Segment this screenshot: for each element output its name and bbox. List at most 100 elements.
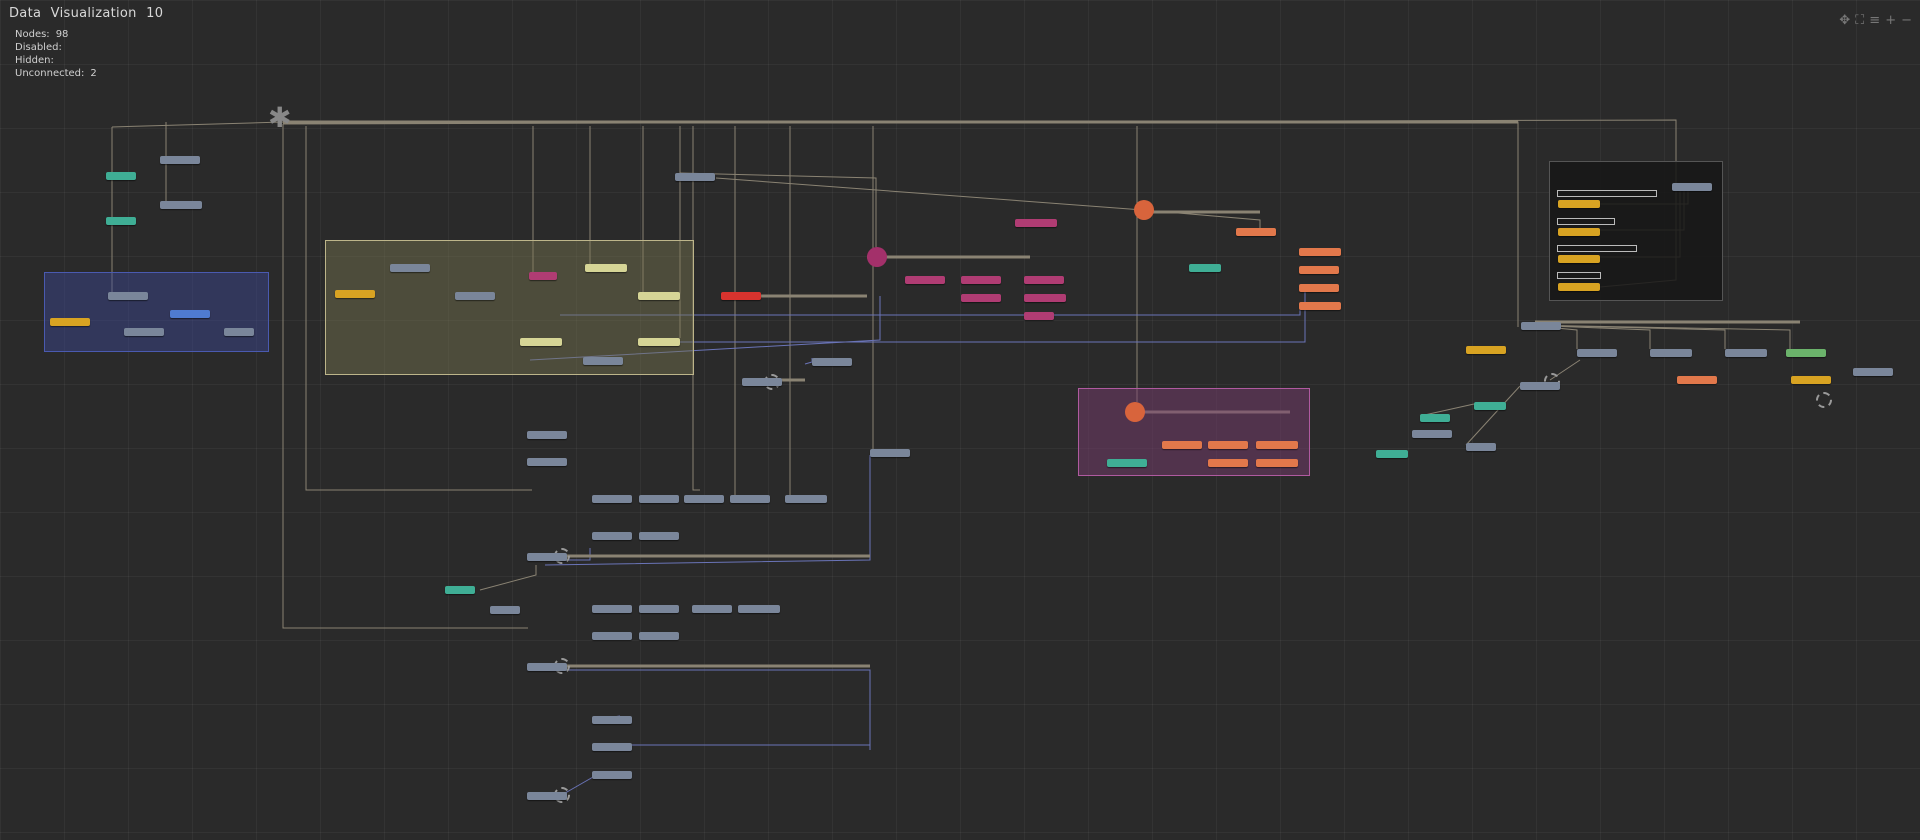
graph-node[interactable] xyxy=(390,264,430,272)
graph-node[interactable] xyxy=(1558,255,1600,263)
graph-node[interactable] xyxy=(675,173,715,181)
graph-node[interactable] xyxy=(684,495,724,503)
zoom-out-icon[interactable]: − xyxy=(1901,14,1912,28)
graph-node[interactable] xyxy=(1420,414,1450,422)
graph-node[interactable] xyxy=(1015,219,1057,227)
graph-node[interactable] xyxy=(812,358,852,366)
root-scene-icon[interactable]: ✱ xyxy=(268,104,291,132)
graph-node[interactable] xyxy=(639,605,679,613)
graph-node[interactable] xyxy=(527,458,567,466)
graph-node[interactable] xyxy=(1162,441,1202,449)
graph-node[interactable] xyxy=(1412,430,1452,438)
graph-node[interactable] xyxy=(592,743,632,751)
graph-node[interactable] xyxy=(638,338,680,346)
graph-node[interactable] xyxy=(527,663,567,671)
graph-node[interactable] xyxy=(1299,302,1341,310)
disabled-label: Disabled: xyxy=(15,42,62,53)
graph-node[interactable] xyxy=(730,495,770,503)
graph-node[interactable] xyxy=(592,532,632,540)
graph-node[interactable] xyxy=(592,632,632,640)
graph-node[interactable] xyxy=(527,792,567,800)
hub-node[interactable] xyxy=(1134,200,1154,220)
graph-node[interactable] xyxy=(1466,346,1506,354)
graph-node[interactable] xyxy=(1189,264,1221,272)
graph-node[interactable] xyxy=(1107,459,1147,467)
graph-node[interactable] xyxy=(639,495,679,503)
graph-node[interactable] xyxy=(1024,294,1066,302)
graph-node[interactable] xyxy=(224,328,254,336)
graph-node[interactable] xyxy=(721,292,761,300)
graph-node[interactable] xyxy=(785,495,827,503)
graph-node[interactable] xyxy=(170,310,210,318)
graph-node[interactable] xyxy=(1208,441,1248,449)
hub-node[interactable] xyxy=(867,247,887,267)
graph-node[interactable] xyxy=(529,272,557,280)
graph-node[interactable] xyxy=(490,606,520,614)
graph-node[interactable] xyxy=(527,431,567,439)
graph-node[interactable] xyxy=(1672,183,1712,191)
hidden-label: Hidden: xyxy=(15,55,54,66)
graph-node[interactable] xyxy=(50,318,90,326)
graph-node[interactable] xyxy=(160,201,202,209)
graph-node[interactable] xyxy=(738,605,780,613)
graph-node[interactable] xyxy=(1024,312,1054,320)
graph-node[interactable] xyxy=(1208,459,1248,467)
graph-node[interactable] xyxy=(520,338,562,346)
graph-node[interactable] xyxy=(961,294,1001,302)
graph-node[interactable] xyxy=(1791,376,1831,384)
graph-node[interactable] xyxy=(1558,228,1600,236)
menu-icon[interactable]: ≡ xyxy=(1869,14,1880,28)
graph-node[interactable] xyxy=(639,632,679,640)
graph-node[interactable] xyxy=(1256,459,1298,467)
graph-node[interactable] xyxy=(1236,228,1276,236)
graph-node[interactable] xyxy=(592,716,632,724)
group-camera[interactable] xyxy=(44,272,269,352)
move-icon[interactable]: ✥ xyxy=(1839,14,1850,28)
graph-node[interactable] xyxy=(1853,368,1893,376)
graph-node[interactable] xyxy=(1376,450,1408,458)
graph-node[interactable] xyxy=(1558,283,1600,291)
group-lights[interactable] xyxy=(325,240,694,375)
graph-node[interactable] xyxy=(585,264,627,272)
graph-node[interactable] xyxy=(583,357,623,365)
graph-node[interactable] xyxy=(1521,322,1561,330)
graph-node[interactable] xyxy=(742,378,782,386)
graph-node[interactable] xyxy=(1299,266,1339,274)
graph-node[interactable] xyxy=(1558,200,1600,208)
graph-node[interactable] xyxy=(1577,349,1617,357)
graph-node[interactable] xyxy=(592,495,632,503)
hub-node[interactable] xyxy=(1125,402,1145,422)
graph-node[interactable] xyxy=(106,217,136,225)
graph-node[interactable] xyxy=(108,292,148,300)
graph-node[interactable] xyxy=(905,276,945,284)
graph-node[interactable] xyxy=(1786,349,1826,357)
graph-node[interactable] xyxy=(445,586,475,594)
graph-node[interactable] xyxy=(1466,443,1496,451)
graph-node[interactable] xyxy=(124,328,164,336)
graph-node[interactable] xyxy=(1299,284,1339,292)
graph-node[interactable] xyxy=(1024,276,1064,284)
graph-node[interactable] xyxy=(160,156,200,164)
graph-node[interactable] xyxy=(335,290,375,298)
graph-node[interactable] xyxy=(639,532,679,540)
graph-node[interactable] xyxy=(870,449,910,457)
graph-node[interactable] xyxy=(1474,402,1506,410)
zoom-in-icon[interactable]: + xyxy=(1885,14,1896,28)
graph-node[interactable] xyxy=(1677,376,1717,384)
graph-node[interactable] xyxy=(106,172,136,180)
gear-icon[interactable] xyxy=(1816,392,1832,408)
graph-node[interactable] xyxy=(1520,382,1560,390)
graph-node[interactable] xyxy=(592,771,632,779)
graph-node[interactable] xyxy=(1256,441,1298,449)
wire xyxy=(282,124,528,629)
graph-node[interactable] xyxy=(961,276,1001,284)
fit-icon[interactable]: ⛶ xyxy=(1855,14,1864,28)
graph-node[interactable] xyxy=(592,605,632,613)
graph-node[interactable] xyxy=(1725,349,1767,357)
graph-node[interactable] xyxy=(455,292,495,300)
graph-node[interactable] xyxy=(527,553,567,561)
graph-node[interactable] xyxy=(1650,349,1692,357)
graph-node[interactable] xyxy=(1299,248,1341,256)
graph-node[interactable] xyxy=(638,292,680,300)
graph-node[interactable] xyxy=(692,605,732,613)
